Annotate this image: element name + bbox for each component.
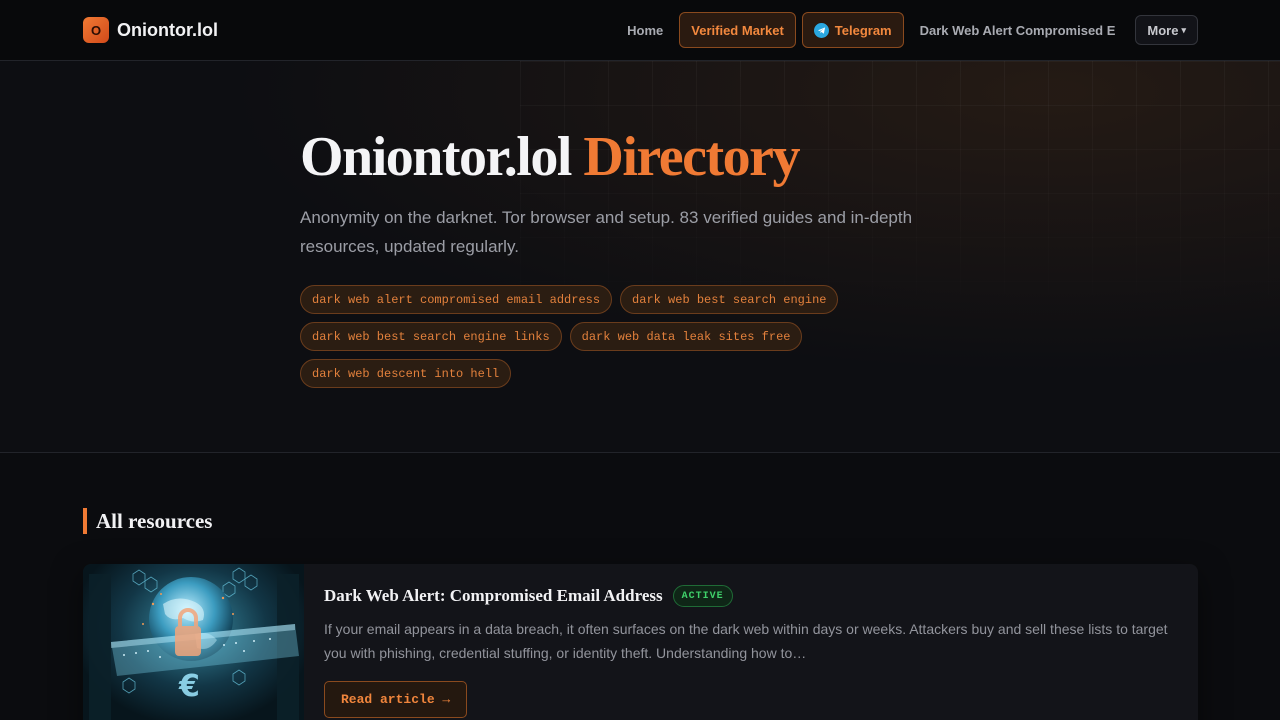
nav-article-link[interactable]: Dark Web Alert Compromised E — [910, 12, 1126, 48]
verified-market-button[interactable]: Verified Market — [679, 12, 796, 48]
section-heading: All resources — [83, 508, 212, 534]
page-title-accent: Directory — [583, 126, 800, 188]
tag-list: dark web alert compromised email address… — [300, 285, 860, 388]
resource-card: € Dark Web Alert: Compromised Email Addr… — [83, 564, 1198, 720]
card-body: Dark Web Alert: Compromised Email Addres… — [324, 584, 1179, 718]
telegram-label: Telegram — [834, 22, 892, 38]
hero-subtitle: Anonymity on the darknet. Tor browser an… — [300, 208, 913, 256]
page-title-main: Oniontor.lol — [300, 126, 572, 188]
tag-chip[interactable]: dark web alert compromised email address — [300, 285, 613, 314]
more-menu-button[interactable]: More ▾ — [1135, 15, 1198, 45]
telegram-button[interactable]: Telegram — [801, 12, 904, 48]
read-article-button[interactable]: Read article → — [324, 681, 468, 718]
chevron-down-icon: ▾ — [1181, 24, 1186, 35]
tag-chip[interactable]: dark web descent into hell — [300, 359, 512, 388]
telegram-icon — [813, 22, 829, 38]
hero-section: Oniontor.lol Directory Anonymity on the … — [0, 61, 1280, 453]
logo-mark-icon: O — [83, 17, 109, 43]
card-thumbnail-image[interactable]: € — [83, 564, 304, 720]
page-title: Oniontor.lol Directory — [300, 125, 800, 189]
verified-market-label: Verified Market — [691, 22, 784, 38]
status-badge: ACTIVE — [672, 585, 733, 607]
tag-chip[interactable]: dark web best search engine links — [300, 322, 562, 351]
card-excerpt: If your email appears in a data breach, … — [324, 621, 1168, 661]
card-title-link[interactable]: Dark Web Alert: Compromised Email Addres… — [324, 586, 663, 606]
tag-chip[interactable]: dark web data leak sites free — [569, 322, 803, 351]
svg-text:€: € — [178, 669, 200, 704]
card-header: Dark Web Alert: Compromised Email Addres… — [324, 584, 1179, 608]
nav-home-link[interactable]: Home — [617, 12, 673, 48]
more-label: More — [1147, 22, 1179, 38]
top-navigation-bar: O Oniontor.lol Home Verified Market Tele… — [0, 0, 1280, 61]
site-name: Oniontor.lol — [117, 19, 218, 40]
main-nav: Home Verified Market Telegram Dark Web A… — [617, 12, 1198, 48]
tag-chip[interactable]: dark web best search engine — [620, 285, 839, 314]
site-logo-link[interactable]: O Oniontor.lol — [83, 17, 218, 43]
